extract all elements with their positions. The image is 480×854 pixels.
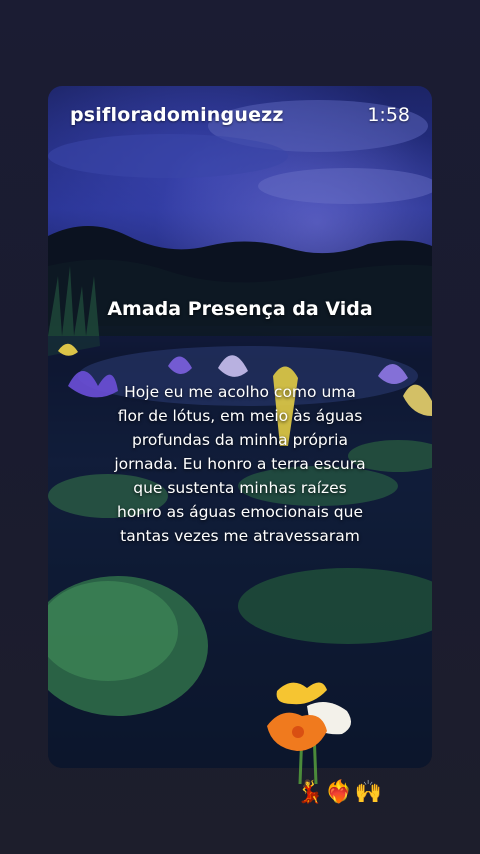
story-body-line: que sustenta minhas raízes bbox=[133, 479, 347, 497]
story-title: Amada Presença da Vida bbox=[107, 298, 373, 320]
story-username[interactable]: psifloradominguezz bbox=[70, 104, 284, 126]
story-body-line: Hoje eu me acolho como uma bbox=[124, 383, 356, 401]
reaction-emojis: 💃❤️‍🔥🙌 bbox=[296, 780, 385, 805]
story-body-line: tantas vezes me atravessaram bbox=[120, 527, 360, 545]
story-body-line: jornada. Eu honro a terra escura bbox=[114, 455, 366, 473]
story-body-text: Hoje eu me acolho como uma flor de lótus… bbox=[98, 380, 382, 548]
story-body-line: flor de lótus, em meio às águas bbox=[117, 407, 363, 425]
story-body-line: honro as águas emocionais que bbox=[117, 503, 363, 521]
story-timestamp: 1:58 bbox=[367, 104, 410, 126]
story-page: psifloradominguezz 1:58 Amada Presença d… bbox=[0, 0, 480, 854]
story-body-line: profundas da minha própria bbox=[132, 431, 348, 449]
flower-sticker bbox=[267, 682, 351, 785]
